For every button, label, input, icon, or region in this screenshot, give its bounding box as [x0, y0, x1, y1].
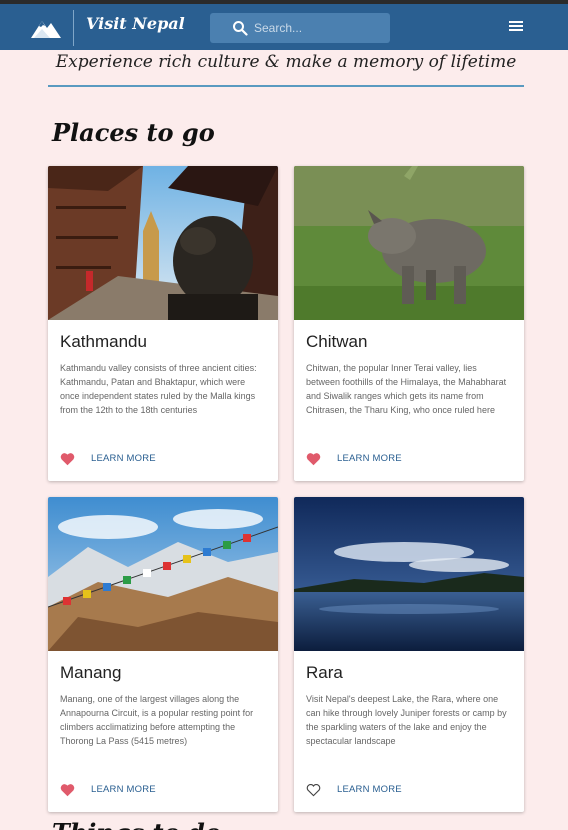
search-bar[interactable]: [210, 13, 390, 43]
places-section-title: Places to go: [52, 118, 215, 147]
place-card-kathmandu: Kathmandu Kathmandu valley consists of t…: [48, 166, 278, 481]
tagline: Experience rich culture & make a memory …: [55, 52, 517, 72]
navbar: Visit Nepal: [0, 4, 568, 50]
hamburger-menu-icon[interactable]: [509, 21, 523, 35]
card-title[interactable]: Chitwan: [306, 332, 367, 352]
brand-divider: [73, 10, 74, 46]
brand-name[interactable]: Visit Nepal: [86, 14, 185, 33]
card-description: Manang, one of the largest villages alon…: [60, 694, 254, 746]
card-title[interactable]: Manang: [60, 663, 121, 683]
place-card-chitwan: Chitwan Chitwan, the popular Inner Terai…: [294, 166, 524, 481]
manang-image: [48, 497, 278, 651]
heart-filled-icon[interactable]: [60, 452, 75, 466]
learn-more-link[interactable]: LEARN MORE: [91, 784, 156, 795]
mountain-logo-icon[interactable]: [30, 15, 62, 39]
heart-filled-icon[interactable]: [306, 452, 321, 466]
search-icon[interactable]: [232, 20, 248, 36]
learn-more-link[interactable]: LEARN MORE: [91, 453, 156, 464]
learn-more-link[interactable]: LEARN MORE: [337, 453, 402, 464]
search-input[interactable]: [254, 18, 380, 38]
chitwan-image: [294, 166, 524, 320]
learn-more-link[interactable]: LEARN MORE: [337, 784, 402, 795]
card-description: Chitwan, the popular Inner Terai valley,…: [306, 363, 507, 415]
card-title[interactable]: Rara: [306, 663, 343, 683]
rara-image: [294, 497, 524, 651]
kathmandu-image: [48, 166, 278, 320]
place-card-rara: Rara Visit Nepal's deepest Lake, the Rar…: [294, 497, 524, 812]
heart-filled-icon[interactable]: [60, 783, 75, 797]
card-description: Visit Nepal's deepest Lake, the Rara, wh…: [306, 694, 507, 746]
things-section-title: Things to do: [52, 818, 221, 830]
card-description: Kathmandu valley consists of three ancie…: [60, 363, 257, 415]
tagline-divider: [48, 85, 524, 87]
card-title[interactable]: Kathmandu: [60, 332, 147, 352]
heart-outline-icon[interactable]: [306, 783, 321, 797]
place-card-manang: Manang Manang, one of the largest villag…: [48, 497, 278, 812]
